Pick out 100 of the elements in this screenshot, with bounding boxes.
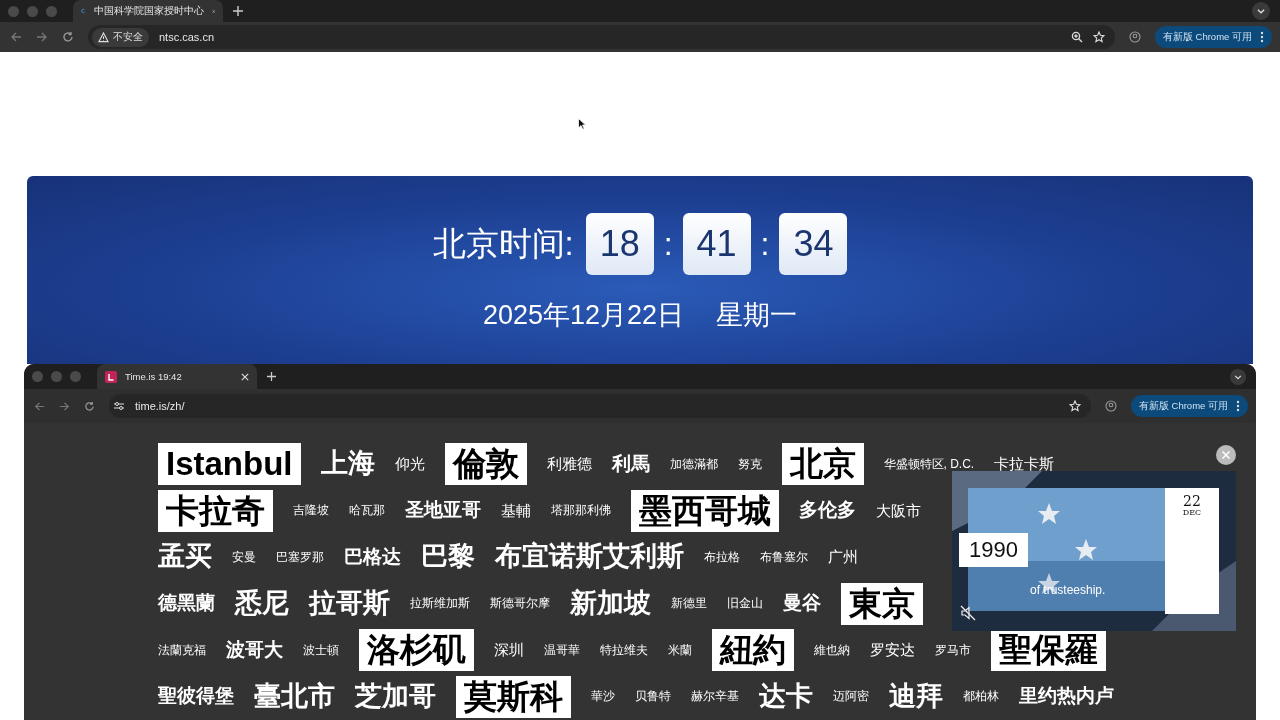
city-link[interactable]: 卡拉奇 <box>158 489 273 532</box>
city-link[interactable]: 罗安达 <box>870 642 915 659</box>
browser-tab[interactable]: Time.is 19:42 <box>97 364 257 389</box>
city-link[interactable]: 布宜诺斯艾利斯 <box>495 542 684 573</box>
city-link[interactable]: 曼谷 <box>783 593 821 615</box>
city-link[interactable]: 巴格达 <box>344 546 401 568</box>
city-link[interactable]: 达卡 <box>759 681 813 712</box>
city-link[interactable]: 莫斯科 <box>456 675 571 718</box>
city-link[interactable]: 上海 <box>320 449 375 480</box>
city-link[interactable]: 利雅德 <box>546 456 592 473</box>
city-link[interactable]: 塔那那利佛 <box>551 504 611 518</box>
profile-icon[interactable] <box>1104 400 1117 412</box>
city-link[interactable]: 墨西哥城 <box>631 489 779 532</box>
city-link[interactable]: 倫敦 <box>444 443 527 486</box>
city-link[interactable]: 華沙 <box>591 690 615 704</box>
city-link[interactable]: 聖彼得堡 <box>158 686 234 708</box>
close-icon[interactable] <box>241 372 249 381</box>
city-link[interactable]: 臺北市 <box>254 681 335 712</box>
city-link[interactable]: 迈阿密 <box>833 690 869 704</box>
city-link[interactable]: 罗马市 <box>935 643 971 657</box>
city-link[interactable]: 迪拜 <box>889 681 943 712</box>
day-text: 22 <box>1183 494 1201 508</box>
caret-icon[interactable] <box>1252 2 1270 20</box>
city-link[interactable]: 都柏林 <box>963 690 999 704</box>
city-link[interactable]: 广州 <box>828 549 858 566</box>
city-link[interactable]: 布拉格 <box>704 550 740 564</box>
city-link[interactable]: 利馬 <box>611 453 650 475</box>
city-link[interactable]: 悉尼 <box>235 588 289 619</box>
city-link[interactable]: 卡拉卡斯 <box>994 456 1055 473</box>
browser-tab[interactable]: 中国科学院国家授时中心 <box>73 0 223 22</box>
menu-icon[interactable] <box>1260 31 1264 43</box>
city-link[interactable]: 旧金山 <box>727 597 763 611</box>
city-link[interactable]: 波士頓 <box>303 643 339 657</box>
city-link[interactable]: 安曼 <box>232 550 256 564</box>
city-link[interactable]: 孟买 <box>158 542 212 573</box>
profile-icon[interactable] <box>1128 31 1141 43</box>
warning-icon <box>98 31 109 43</box>
city-link[interactable]: Istanbul <box>158 443 301 486</box>
zoom-icon[interactable] <box>1070 31 1083 43</box>
address-bar[interactable]: 不安全 ntsc.cas.cn <box>88 25 1115 49</box>
new-tab-icon[interactable] <box>267 372 276 381</box>
city-link[interactable]: 温哥華 <box>544 643 580 657</box>
city-link[interactable]: 聖保羅 <box>991 629 1106 672</box>
time-separator: : <box>760 225 770 263</box>
city-link[interactable]: 拉哥斯 <box>309 588 390 619</box>
reload-icon[interactable] <box>84 400 95 412</box>
star-icon[interactable] <box>1092 31 1105 43</box>
star-icon[interactable] <box>1068 400 1081 412</box>
city-link[interactable]: 波哥大 <box>226 639 283 661</box>
city-link[interactable]: 多伦多 <box>799 500 856 522</box>
security-chip[interactable]: 不安全 <box>92 27 149 47</box>
city-link[interactable]: 特拉维夫 <box>600 643 648 657</box>
city-link[interactable]: 維也納 <box>814 643 850 657</box>
city-link[interactable]: 大阪市 <box>876 502 921 519</box>
city-link[interactable]: 贝鲁特 <box>635 690 671 704</box>
cursor-icon <box>578 118 586 130</box>
city-link[interactable]: 巴塞罗那 <box>276 550 324 564</box>
city-link[interactable]: 布鲁塞尔 <box>760 550 808 564</box>
city-link[interactable]: 新德里 <box>671 597 707 611</box>
new-tab-icon[interactable] <box>233 6 243 16</box>
city-link[interactable]: 赫尔辛基 <box>691 690 739 704</box>
city-link[interactable]: 华盛顿特区, D.C. <box>883 457 975 471</box>
city-link[interactable]: 努克 <box>737 457 762 471</box>
update-chrome-button[interactable]: 有新版 Chrome 可用 <box>1130 395 1248 417</box>
city-link[interactable]: 吉隆坡 <box>293 504 329 518</box>
city-link[interactable]: 仰光 <box>394 456 425 473</box>
site-settings-icon[interactable] <box>113 400 125 412</box>
back-icon[interactable] <box>10 31 22 43</box>
city-link[interactable]: 洛杉矶 <box>359 629 474 672</box>
city-link[interactable]: 拉斯维加斯 <box>410 597 470 611</box>
close-icon[interactable] <box>1216 445 1236 465</box>
address-bar[interactable]: time.is/zh/ <box>109 394 1091 418</box>
time-separator: : <box>663 225 673 263</box>
weekday-text: 星期一 <box>716 299 798 332</box>
city-link[interactable]: 德黑蘭 <box>158 593 215 615</box>
city-link[interactable]: 里约热内卢 <box>1019 686 1114 708</box>
city-link[interactable]: 哈瓦那 <box>349 504 385 518</box>
city-link[interactable]: 紐約 <box>712 629 794 672</box>
city-link[interactable]: 米蘭 <box>668 643 692 657</box>
back-icon[interactable] <box>34 400 45 412</box>
forward-icon[interactable] <box>59 400 70 412</box>
city-link[interactable]: 法蘭克福 <box>158 643 206 657</box>
city-link[interactable]: 新加坡 <box>570 588 651 619</box>
city-link[interactable]: 北京 <box>781 443 864 486</box>
year-label: 1990 <box>959 533 1028 567</box>
mute-icon[interactable] <box>960 605 976 621</box>
city-link[interactable]: 深圳 <box>494 642 524 659</box>
time-digits: 34 <box>779 213 848 275</box>
city-link[interactable]: 東京 <box>841 582 923 625</box>
reload-icon[interactable] <box>62 31 74 43</box>
city-link[interactable]: 芝加哥 <box>355 681 436 712</box>
city-link[interactable]: 加德滿都 <box>669 457 718 471</box>
update-chrome-button[interactable]: 有新版 Chrome 可用 <box>1154 26 1272 48</box>
menu-icon[interactable] <box>1236 400 1240 412</box>
city-link[interactable]: 基輔 <box>501 502 531 519</box>
caret-icon[interactable] <box>1230 368 1246 385</box>
city-link[interactable]: 斯德哥尔摩 <box>490 597 550 611</box>
city-link[interactable]: 巴黎 <box>421 542 475 573</box>
forward-icon[interactable] <box>36 31 48 43</box>
city-link[interactable]: 圣地亚哥 <box>405 500 481 522</box>
